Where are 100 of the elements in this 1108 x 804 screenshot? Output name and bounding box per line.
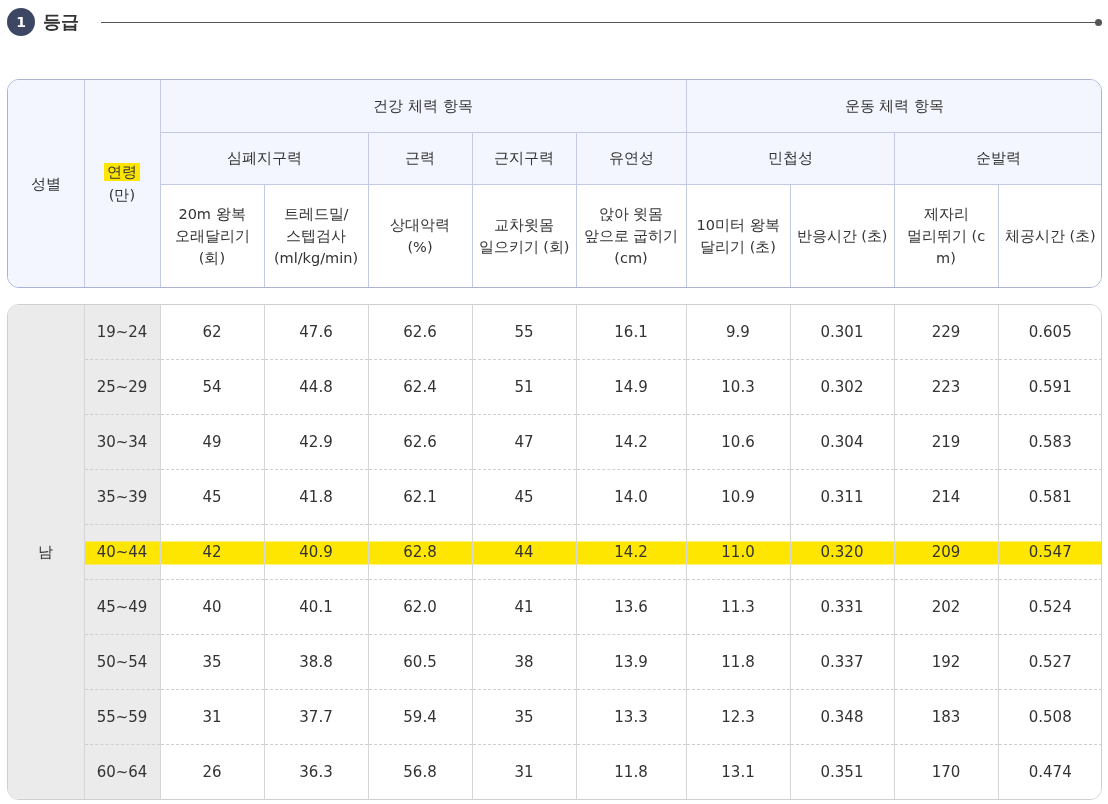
table-cell: 214 xyxy=(894,469,998,525)
age-cell: 30~34 xyxy=(84,414,160,470)
table-cell: 0.508 xyxy=(998,689,1101,745)
gender-cell: 남 xyxy=(8,305,84,799)
table-cell: 10.6 xyxy=(686,414,790,470)
group-header: 건강 체력 항목 xyxy=(160,80,686,132)
table-cell: 35 xyxy=(160,634,264,690)
column-header: 교차윗몸 일으키기 (회) xyxy=(472,184,576,287)
table-cell: 11.0 xyxy=(686,524,790,580)
table-cell: 0.348 xyxy=(790,689,894,745)
table-cell: 0.331 xyxy=(790,579,894,635)
age-cell: 60~64 xyxy=(84,744,160,799)
column-header: 10미터 왕복 달리기 (초) xyxy=(686,184,790,287)
column-header: 상대악력 (%) xyxy=(368,184,472,287)
table-cell: 35 xyxy=(472,689,576,745)
table-cell: 59.4 xyxy=(368,689,472,745)
table-cell: 11.8 xyxy=(686,634,790,690)
table-cell: 16.1 xyxy=(576,305,686,360)
table-cell: 60.5 xyxy=(368,634,472,690)
section-title: 등급 xyxy=(43,10,79,34)
section-number: 1 xyxy=(7,8,35,36)
age-cell: 35~39 xyxy=(84,469,160,525)
age-cell: 45~49 xyxy=(84,579,160,635)
table-cell: 11.8 xyxy=(576,744,686,799)
category-header: 근력 xyxy=(368,132,472,184)
table-cell: 0.301 xyxy=(790,305,894,360)
age-cell: 50~54 xyxy=(84,634,160,690)
column-header: 체공시간 (초) xyxy=(998,184,1101,287)
table-cell: 41.8 xyxy=(264,469,368,525)
table-cell: 13.9 xyxy=(576,634,686,690)
table-cell: 0.583 xyxy=(998,414,1101,470)
column-header: 20m 왕복 오래달리기 (회) xyxy=(160,184,264,287)
category-header: 근지구력 xyxy=(472,132,576,184)
column-header: 반응시간 (초) xyxy=(790,184,894,287)
table-cell: 31 xyxy=(160,689,264,745)
table-cell: 183 xyxy=(894,689,998,745)
table-cell: 42 xyxy=(160,524,264,580)
category-header: 순발력 xyxy=(894,132,1101,184)
category-header: 유연성 xyxy=(576,132,686,184)
table-cell: 0.605 xyxy=(998,305,1101,360)
table-cell: 47 xyxy=(472,414,576,470)
table-cell: 0.547 xyxy=(998,524,1101,580)
table-cell: 0.304 xyxy=(790,414,894,470)
table-cell: 202 xyxy=(894,579,998,635)
table-cell: 40.9 xyxy=(264,524,368,580)
table-cell: 47.6 xyxy=(264,305,368,360)
table-cell: 12.3 xyxy=(686,689,790,745)
table-cell: 62.6 xyxy=(368,414,472,470)
table-cell: 45 xyxy=(160,469,264,525)
table-cell: 0.302 xyxy=(790,359,894,415)
column-header: 연령 (만) xyxy=(84,80,160,287)
column-header: 성별 xyxy=(8,80,84,287)
table-cell: 0.351 xyxy=(790,744,894,799)
table-cell: 0.527 xyxy=(998,634,1101,690)
table-cell: 62.8 xyxy=(368,524,472,580)
table-cell: 40 xyxy=(160,579,264,635)
table-cell: 170 xyxy=(894,744,998,799)
table-cell: 54 xyxy=(160,359,264,415)
table-cell: 26 xyxy=(160,744,264,799)
table-cell: 45 xyxy=(472,469,576,525)
table-cell: 0.591 xyxy=(998,359,1101,415)
age-cell: 55~59 xyxy=(84,689,160,745)
age-cell: 40~44 xyxy=(84,524,160,580)
table-cell: 44.8 xyxy=(264,359,368,415)
table-cell: 38 xyxy=(472,634,576,690)
table-cell: 44 xyxy=(472,524,576,580)
table-cell: 37.7 xyxy=(264,689,368,745)
category-header: 심폐지구력 xyxy=(160,132,368,184)
table-cell: 56.8 xyxy=(368,744,472,799)
table-cell: 40.1 xyxy=(264,579,368,635)
table-cell: 219 xyxy=(894,414,998,470)
table-cell: 13.3 xyxy=(576,689,686,745)
table-cell: 9.9 xyxy=(686,305,790,360)
table-cell: 51 xyxy=(472,359,576,415)
table-cell: 223 xyxy=(894,359,998,415)
table-cell: 62.1 xyxy=(368,469,472,525)
table-cell: 42.9 xyxy=(264,414,368,470)
table-cell: 0.311 xyxy=(790,469,894,525)
table-cell: 10.9 xyxy=(686,469,790,525)
table-cell: 13.1 xyxy=(686,744,790,799)
table-cell: 209 xyxy=(894,524,998,580)
table-cell: 62 xyxy=(160,305,264,360)
table-cell: 14.2 xyxy=(576,414,686,470)
table-cell: 10.3 xyxy=(686,359,790,415)
group-header: 운동 체력 항목 xyxy=(686,80,1101,132)
table-cell: 14.0 xyxy=(576,469,686,525)
table-cell: 0.337 xyxy=(790,634,894,690)
table-cell: 0.320 xyxy=(790,524,894,580)
table-cell: 13.6 xyxy=(576,579,686,635)
table-cell: 229 xyxy=(894,305,998,360)
category-header: 민첩성 xyxy=(686,132,894,184)
table-cell: 36.3 xyxy=(264,744,368,799)
age-cell: 19~24 xyxy=(84,305,160,360)
column-header: 트레드밀/ 스텝검사 (ml/kg/min) xyxy=(264,184,368,287)
table-cell: 14.9 xyxy=(576,359,686,415)
table-cell: 38.8 xyxy=(264,634,368,690)
table-cell: 11.3 xyxy=(686,579,790,635)
age-cell: 25~29 xyxy=(84,359,160,415)
table-cell: 192 xyxy=(894,634,998,690)
table-cell: 55 xyxy=(472,305,576,360)
